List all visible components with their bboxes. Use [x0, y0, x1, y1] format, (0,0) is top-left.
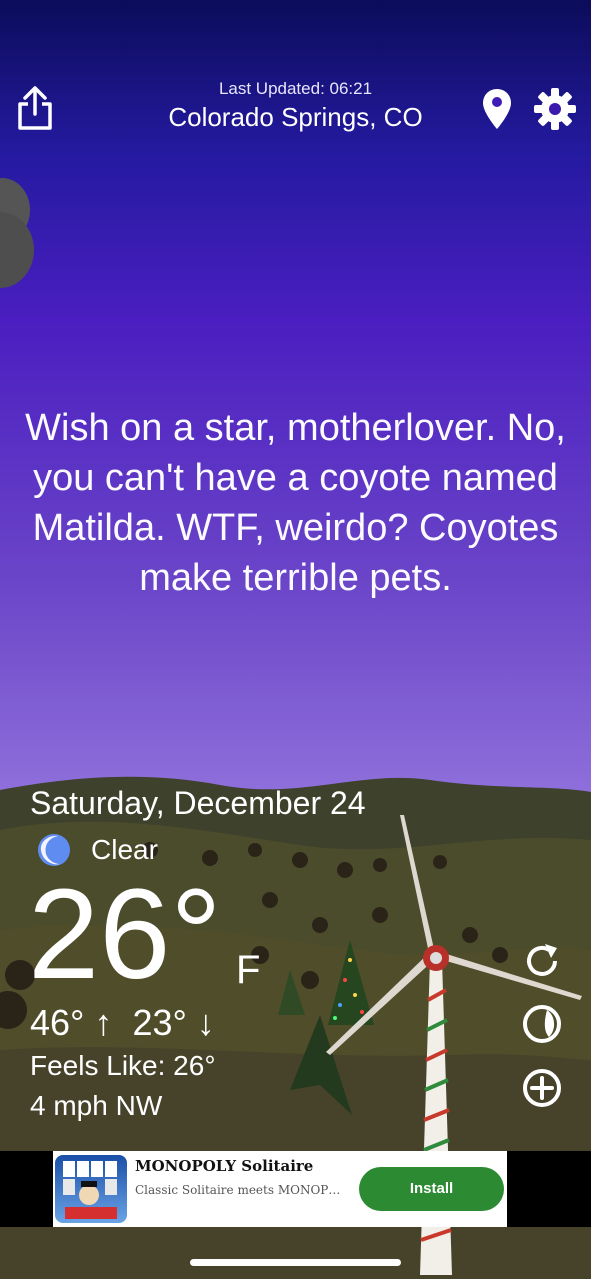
ad-app-logo[interactable]	[55, 1155, 127, 1223]
refresh-button[interactable]	[521, 940, 563, 987]
gear-icon	[534, 88, 576, 130]
feels-like-label: Feels Like: 26°	[30, 1050, 216, 1081]
moon-phase-icon	[523, 1005, 561, 1043]
date-label: Saturday, December 24	[30, 785, 366, 821]
ad-subtitle: Classic Solitaire meets MONOPOLY	[135, 1183, 350, 1197]
settings-button[interactable]	[534, 88, 576, 135]
temperature-unit: F	[236, 948, 261, 992]
ad-title[interactable]: MONOPOLY Solitaire	[135, 1157, 313, 1175]
location-button[interactable]	[483, 89, 511, 134]
high-temperature: 46° ↑	[30, 1002, 113, 1043]
current-temperature: 26°	[28, 863, 222, 1006]
high-low-temperatures: 46° ↑ 23° ↓	[30, 1002, 215, 1044]
home-indicator[interactable]	[190, 1259, 401, 1266]
ad-banner[interactable]: MONOPOLY Solitaire Classic Solitaire mee…	[0, 1151, 591, 1227]
refresh-icon	[527, 944, 557, 976]
add-location-button[interactable]	[521, 1067, 563, 1114]
wind-label: 4 mph NW	[30, 1090, 163, 1121]
cloud-shape	[0, 178, 34, 288]
condition-label: Clear	[91, 834, 158, 865]
monopoly-solitaire-logo-icon	[63, 1161, 117, 1219]
background-scene	[0, 178, 591, 1279]
weather-quote: Wish on a star, motherlover. No, you can…	[25, 407, 566, 599]
ad-card[interactable]: MONOPOLY Solitaire Classic Solitaire mee…	[53, 1151, 507, 1227]
ad-install-button[interactable]: Install	[359, 1167, 504, 1211]
low-temperature: 23° ↓	[132, 1002, 215, 1043]
location-pin-icon	[483, 89, 511, 129]
moon-phase-button[interactable]	[521, 1003, 563, 1050]
plus-circle-icon	[523, 1069, 561, 1107]
